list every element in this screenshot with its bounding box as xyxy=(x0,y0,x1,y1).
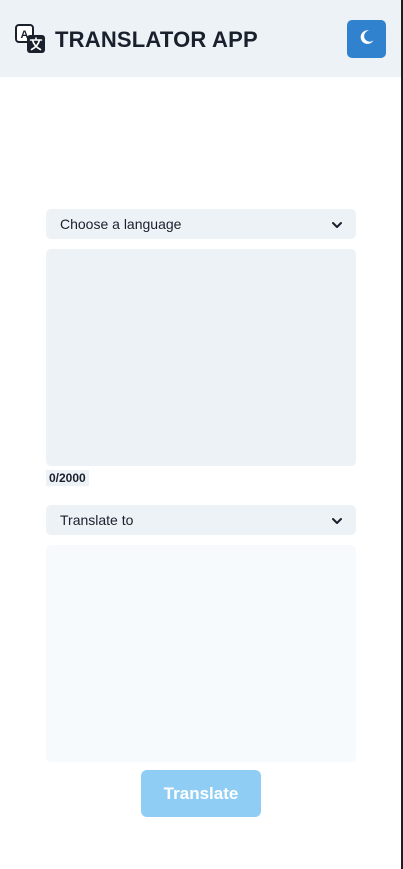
theme-toggle-button[interactable] xyxy=(347,20,386,58)
translation-output[interactable] xyxy=(46,545,356,762)
source-language-label: Choose a language xyxy=(60,216,182,232)
translate-icon: A xyxy=(15,24,46,54)
app-header: A TRANSLATOR APP xyxy=(0,0,401,77)
chevron-down-icon xyxy=(331,218,343,230)
source-language-select[interactable]: Choose a language xyxy=(46,209,356,239)
target-language-select[interactable]: Translate to xyxy=(46,505,356,535)
translate-button[interactable]: Translate xyxy=(141,770,261,817)
source-text-input[interactable] xyxy=(46,249,356,466)
moon-icon xyxy=(359,29,375,50)
target-language-label: Translate to xyxy=(60,512,134,528)
app-title: TRANSLATOR APP xyxy=(55,27,258,52)
character-count: 0/2000 xyxy=(46,470,89,486)
chevron-down-icon xyxy=(331,514,343,526)
page: A TRANSLATOR APP Choose a language 0/200… xyxy=(0,0,403,869)
